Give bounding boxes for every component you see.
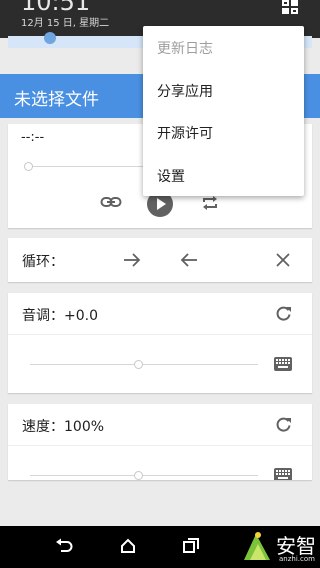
keyboard-icon[interactable]	[274, 468, 292, 480]
arrow-right-icon[interactable]	[123, 252, 141, 268]
link-icon[interactable]	[100, 194, 122, 210]
playback-time: --:--	[21, 130, 45, 145]
watermark-domain: anzhi.com	[279, 555, 315, 563]
speed-slider-track[interactable]	[30, 475, 258, 476]
speed-card: 速度：100%	[8, 404, 312, 480]
loop-card: 循环：	[8, 238, 312, 282]
pitch-card: 音调：+0.0	[8, 293, 312, 393]
pitch-slider-thumb[interactable]	[134, 360, 143, 369]
divider	[8, 334, 312, 335]
reset-speed-icon[interactable]	[275, 416, 292, 433]
seek-thumb[interactable]	[24, 162, 33, 171]
menu-item-share[interactable]: 分享应用	[157, 81, 213, 101]
shade-handle-icon	[44, 32, 56, 44]
menu-item-settings[interactable]: 设置	[157, 166, 185, 186]
close-icon[interactable]	[276, 253, 290, 267]
arrow-left-icon[interactable]	[180, 252, 198, 268]
back-icon[interactable]	[55, 538, 73, 554]
pitch-slider-track[interactable]	[30, 364, 258, 365]
pitch-label: 音调：+0.0	[22, 308, 98, 324]
recents-icon[interactable]	[183, 538, 199, 554]
keyboard-icon[interactable]	[274, 357, 292, 371]
speed-slider-thumb[interactable]	[134, 471, 143, 480]
repeat-icon[interactable]	[201, 194, 219, 212]
menu-item-changelog[interactable]: 更新日志	[157, 38, 213, 58]
reset-pitch-icon[interactable]	[275, 305, 292, 322]
divider	[8, 445, 312, 446]
menu-item-licenses[interactable]: 开源许可	[157, 123, 213, 143]
status-date: 12月 15 日, 星期二	[21, 18, 110, 29]
page-title: 未选择文件	[14, 90, 99, 110]
watermark: 安智 anzhi.com	[240, 528, 320, 568]
speed-label: 速度：100%	[22, 419, 105, 435]
status-time: 10:51	[21, 0, 91, 16]
home-icon[interactable]	[120, 538, 136, 554]
overflow-menu: 更新日志 分享应用 开源许可 设置	[143, 26, 304, 196]
watermark-logo-icon	[244, 532, 270, 560]
quick-settings-icon[interactable]	[282, 0, 298, 14]
loop-label: 循环：	[22, 254, 64, 270]
